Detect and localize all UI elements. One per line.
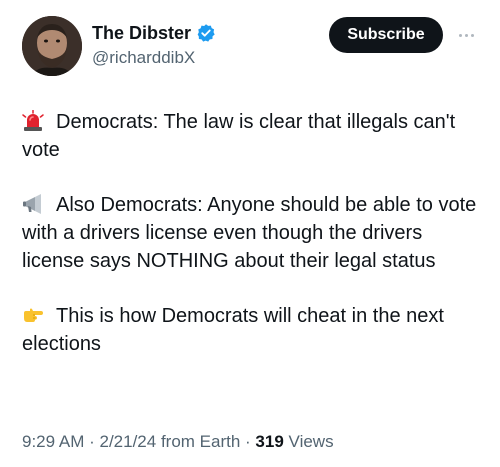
author-info: The Dibster @richarddibX	[92, 20, 216, 68]
tweet-paragraph-1-text: Democrats: The law is clear that illegal…	[22, 111, 456, 161]
tweet-paragraph-2: Also Democrats: Anyone should be able to…	[22, 191, 482, 275]
views-label: Views	[288, 432, 334, 451]
tweet-source: from Earth	[160, 432, 241, 451]
backhand-pointing-right-icon	[22, 304, 44, 326]
verified-badge-icon[interactable]	[196, 23, 216, 43]
tweet-header: The Dibster @richarddibX Subscribe	[22, 16, 482, 80]
tweet-text: Democrats: The law is clear that illegal…	[22, 108, 482, 385]
avatar[interactable]	[22, 16, 82, 76]
display-name[interactable]: The Dibster	[92, 23, 191, 44]
tweet-meta: 9:29 AM · 2/21/24 from Earth · 319 Views	[22, 432, 334, 452]
profile-photo-icon	[22, 16, 82, 76]
tweet-paragraph-1: Democrats: The law is clear that illegal…	[22, 108, 482, 164]
display-name-row: The Dibster	[92, 20, 216, 46]
more-horizontal-icon[interactable]	[454, 26, 478, 44]
meta-separator-2: ·	[240, 432, 256, 451]
megaphone-icon	[22, 193, 44, 215]
tweet-paragraph-3: This is how Democrats will cheat in the …	[22, 302, 482, 358]
subscribe-button[interactable]: Subscribe	[329, 17, 443, 53]
tweet-time[interactable]: 9:29 AM	[22, 432, 84, 451]
tweet-date[interactable]: 2/21/24	[99, 432, 156, 451]
author-handle[interactable]: @richarddibX	[92, 48, 216, 68]
tweet-card: The Dibster @richarddibX Subscribe Democ…	[0, 0, 500, 467]
tweet-paragraph-3-text: This is how Democrats will cheat in the …	[22, 305, 444, 355]
views-count[interactable]: 319	[255, 432, 283, 451]
rotating-light-icon	[22, 109, 44, 132]
tweet-paragraph-2-text: Also Democrats: Anyone should be able to…	[22, 194, 477, 272]
meta-separator-1: ·	[84, 432, 100, 451]
